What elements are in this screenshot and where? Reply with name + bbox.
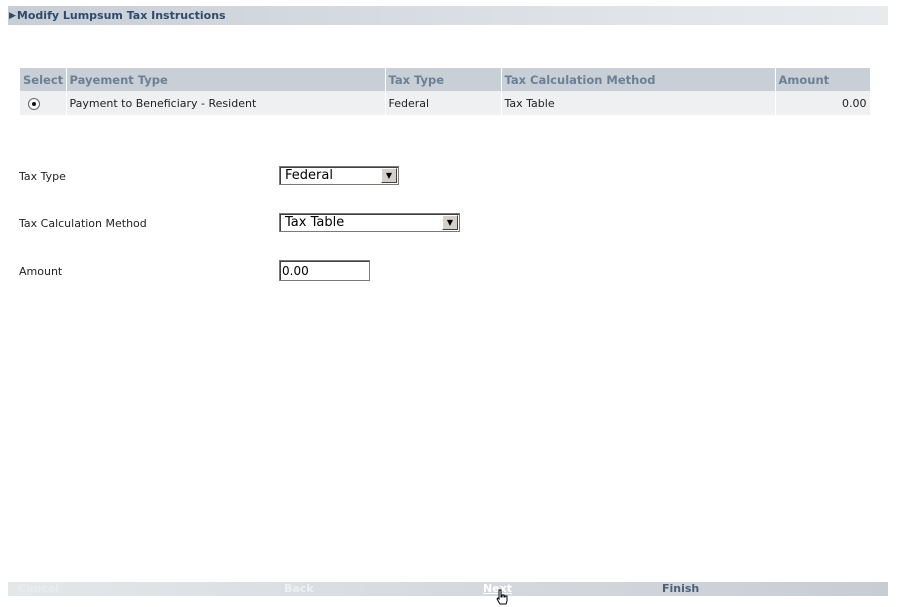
- tax-type-selected-value: Federal: [285, 168, 333, 183]
- column-header-tax-calc-method: Tax Calculation Method: [501, 68, 776, 91]
- triangle-right-icon: ▶: [9, 10, 16, 21]
- back-button[interactable]: Back: [284, 582, 314, 596]
- cell-tax-type: Federal: [385, 91, 502, 115]
- page-title-bar: ▶ Modify Lumpsum Tax Instructions: [8, 6, 888, 25]
- page-title: Modify Lumpsum Tax Instructions: [16, 9, 226, 22]
- cancel-button[interactable]: Cancel: [18, 582, 59, 596]
- tax-calc-method-selected-value: Tax Table: [285, 215, 345, 230]
- cell-payment-type: Payment to Beneficiary - Resident: [66, 91, 386, 115]
- wizard-footer: Cancel Back Next Finish: [8, 582, 888, 596]
- chevron-down-icon[interactable]: ▼: [442, 215, 458, 230]
- table-row[interactable]: Payment to Beneficiary - Resident Federa…: [20, 91, 871, 115]
- column-header-select: Select: [20, 68, 67, 91]
- finish-button[interactable]: Finish: [662, 582, 699, 596]
- hand-cursor-icon: [496, 589, 508, 605]
- table-header-row: Select Payement Type Tax Type Tax Calcul…: [20, 68, 871, 91]
- column-header-payment-type: Payement Type: [66, 68, 386, 91]
- amount-input[interactable]: [279, 260, 370, 281]
- column-header-amount: Amount: [775, 68, 871, 91]
- row-select-radio[interactable]: [28, 97, 40, 110]
- row-select-cell[interactable]: [20, 91, 67, 115]
- column-header-tax-type: Tax Type: [385, 68, 502, 91]
- amount-label: Amount: [19, 265, 63, 278]
- tax-type-select[interactable]: Federal ▼: [279, 166, 399, 185]
- tax-instructions-table: Select Payement Type Tax Type Tax Calcul…: [20, 68, 871, 115]
- tax-calc-method-label: Tax Calculation Method: [19, 217, 147, 230]
- chevron-down-icon[interactable]: ▼: [381, 168, 397, 183]
- tax-type-label: Tax Type: [19, 170, 66, 183]
- cell-tax-calc-method: Tax Table: [501, 91, 776, 115]
- cell-amount: 0.00: [775, 91, 871, 115]
- tax-calc-method-select[interactable]: Tax Table ▼: [279, 213, 460, 232]
